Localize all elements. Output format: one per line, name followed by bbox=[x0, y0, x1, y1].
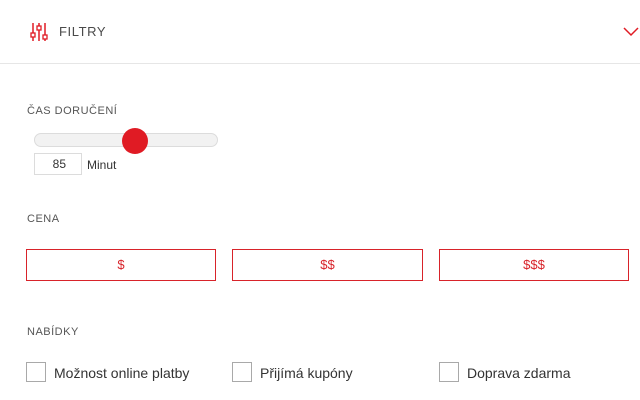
offers-label: NABÍDKY bbox=[27, 326, 79, 338]
filters-header[interactable]: FILTRY bbox=[0, 0, 640, 64]
price-option-1[interactable]: $ bbox=[26, 249, 216, 281]
checkbox[interactable] bbox=[26, 362, 46, 382]
delivery-time-label: ČAS DORUČENÍ bbox=[27, 105, 118, 117]
offer-label: Možnost online platby bbox=[54, 365, 190, 381]
price-option-3[interactable]: $$$ bbox=[439, 249, 629, 281]
delivery-time-unit: Minut bbox=[87, 158, 117, 172]
chevron-down-icon[interactable] bbox=[622, 26, 640, 38]
offer-label: Doprava zdarma bbox=[467, 365, 571, 381]
price-label: CENA bbox=[27, 213, 60, 225]
delivery-time-slider-thumb[interactable] bbox=[122, 128, 149, 154]
sliders-icon bbox=[30, 23, 48, 41]
checkbox[interactable] bbox=[232, 362, 252, 382]
delivery-time-input[interactable]: 85 bbox=[34, 153, 82, 175]
price-option-2[interactable]: $$ bbox=[232, 249, 423, 281]
offer-label: Přijímá kupóny bbox=[260, 365, 353, 381]
filters-title: FILTRY bbox=[59, 24, 107, 39]
checkbox[interactable] bbox=[439, 362, 459, 382]
